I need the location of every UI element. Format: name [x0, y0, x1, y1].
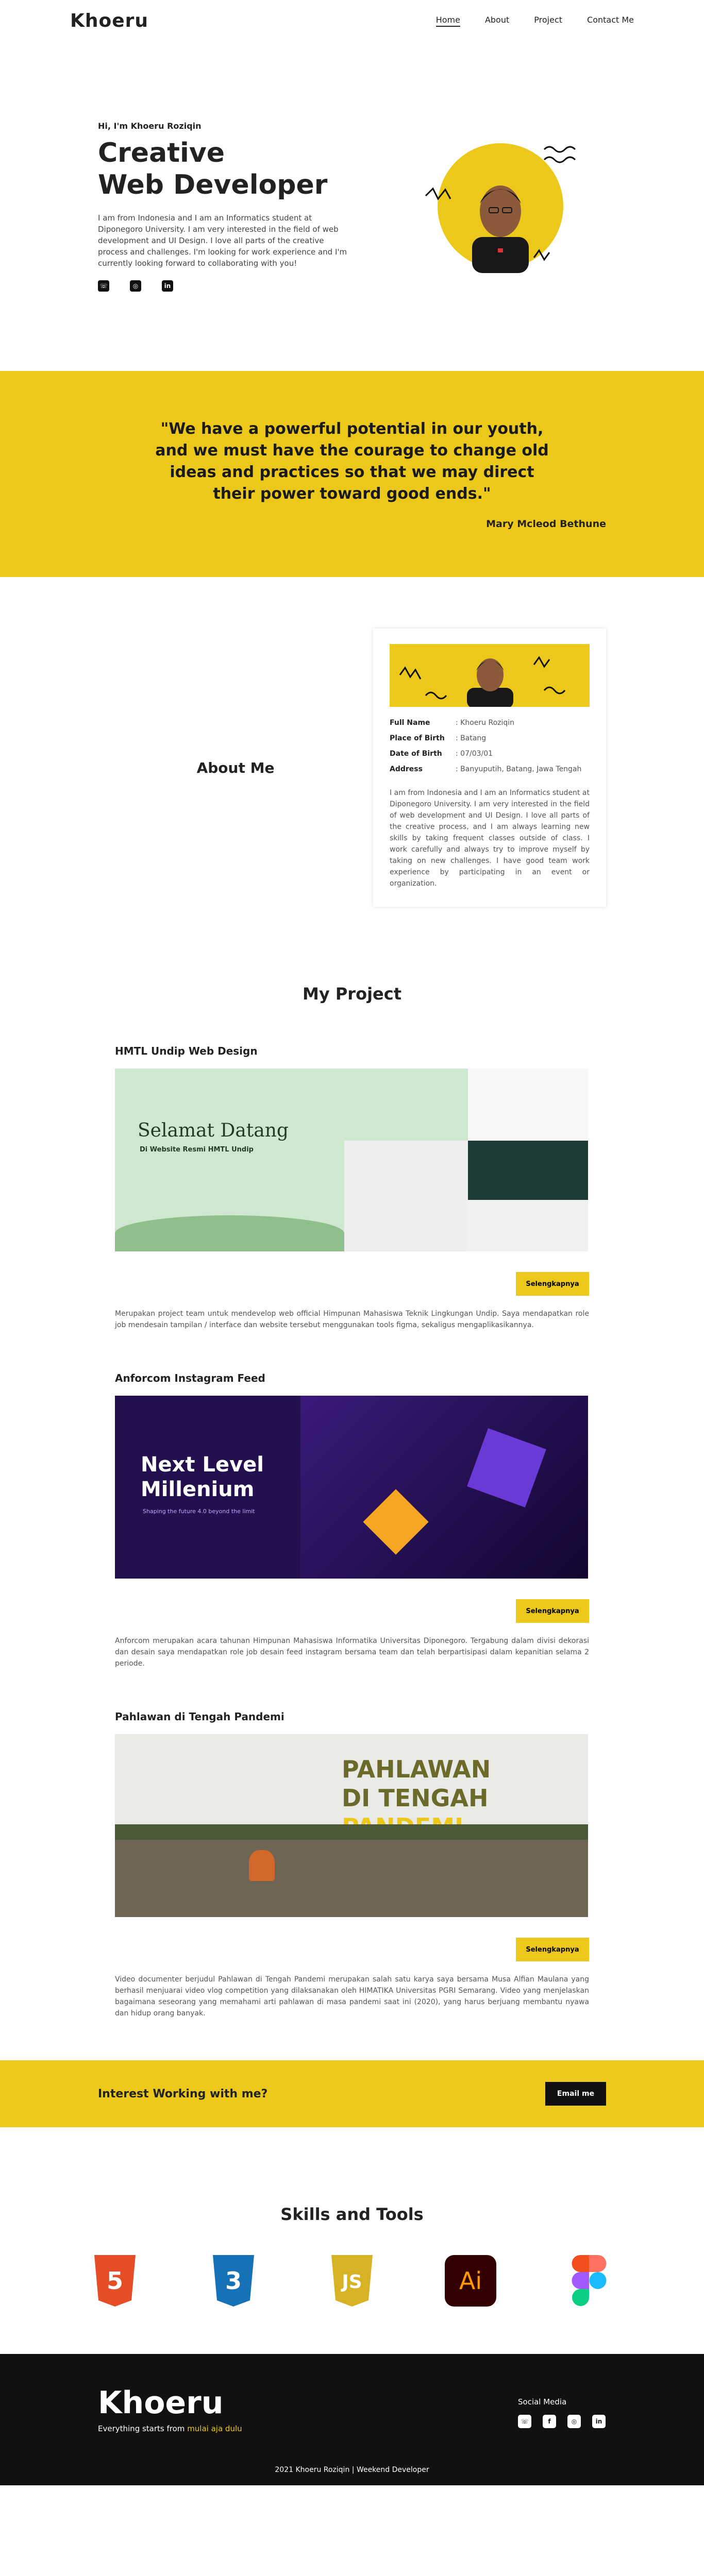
projects-title: My Project [303, 984, 401, 1004]
info-value: : Khoeru Roziqin [456, 719, 515, 727]
project-card: HMTL Undip Web Design Selamat Datang Di … [115, 1045, 589, 1331]
navbar: Khoeru Home About Project Contact Me [0, 0, 704, 41]
footer-tagline-text: Everything starts from [98, 2424, 188, 2433]
info-row: Address : Banyuputih, Batang, Jawa Tenga… [390, 761, 590, 777]
nav-project[interactable]: Project [534, 15, 562, 27]
about-title: About Me [196, 759, 275, 776]
info-key: Full Name [390, 719, 430, 727]
project-description: Anforcom merupakan acara tahunan Himpuna… [115, 1637, 589, 1668]
hero-title-line2: Web Developer [98, 169, 328, 200]
figma-icon [563, 2255, 615, 2307]
hero-greeting: Hi, I'm Khoeru Roziqin [98, 121, 202, 131]
project-description: Video documenter berjudul Pahlawan di Te… [115, 1975, 589, 2018]
info-key: Place of Birth [390, 734, 445, 742]
about-card: Full Name : Khoeru Roziqin Place of Birt… [373, 629, 606, 907]
about-photo [390, 644, 590, 707]
footer: Khoeru Everything starts from mulai aja … [0, 2354, 704, 2485]
project-image-panel: Next Level Millenium Shaping the future … [115, 1396, 300, 1579]
more-button[interactable]: Selengkapnya [516, 1599, 589, 1623]
illustrator-label: Ai [459, 2267, 482, 2295]
footer-tagline-highlight: mulai aja dulu [187, 2424, 242, 2433]
skills-title: Skills and Tools [280, 2205, 424, 2224]
quote-author: Mary Mcleod Bethune [486, 518, 606, 530]
email-me-button[interactable]: Email me [545, 2082, 606, 2106]
hero-socials: ☏ ◎ in [98, 280, 356, 292]
footer-logo: Khoeru [98, 2385, 224, 2421]
more-button[interactable]: Selengkapnya [516, 1272, 589, 1296]
hero-section: Hi, I'm Khoeru Roziqin Creative Web Deve… [0, 41, 704, 371]
logo[interactable]: Khoeru [70, 10, 148, 31]
project-name: HMTL Undip Web Design [115, 1045, 258, 1057]
linkedin-icon[interactable]: in [592, 2415, 606, 2428]
hero-title-line1: Creative [98, 137, 225, 168]
hero-text: Hi, I'm Khoeru Roziqin Creative Web Deve… [98, 121, 356, 292]
html5-label: 5 [107, 2267, 123, 2295]
project-image[interactable]: Selamat Datang Di Website Resmi HMTL Und… [115, 1069, 588, 1251]
hero-photo [421, 134, 580, 278]
skills-section: Skills and Tools 5 3 JS Ai [0, 2127, 704, 2354]
html5-icon: 5 [89, 2255, 141, 2307]
project-name: Anforcom Instagram Feed [115, 1372, 265, 1384]
info-key: Date of Birth [390, 750, 442, 758]
quote-section: "We have a powerful potential in our you… [0, 371, 704, 577]
project-image-panel: Selamat Datang Di Website Resmi HMTL Und… [115, 1069, 344, 1251]
about-description: I am from Indonesia and I am an Informat… [390, 789, 590, 888]
info-row: Full Name : Khoeru Roziqin [390, 715, 590, 731]
nav-about[interactable]: About [485, 15, 509, 27]
whatsapp-icon[interactable]: ☏ [518, 2415, 531, 2428]
project-image[interactable]: PAHLAWAN DI TENGAH PANDEMI [115, 1734, 588, 1917]
hero-title: Creative Web Developer [98, 137, 356, 201]
nav-links: Home About Project Contact Me [435, 15, 634, 27]
footer-social: Social Media ☏ f ◎ in [518, 2397, 606, 2428]
info-row: Date of Birth : 07/03/01 [390, 746, 590, 761]
css3-icon: 3 [208, 2255, 259, 2307]
cta-section: Interest Working with me? Email me [0, 2060, 704, 2127]
skills-row: 5 3 JS Ai [0, 2255, 704, 2307]
more-button[interactable]: Selengkapnya [516, 1938, 589, 1961]
instagram-icon[interactable]: ◎ [130, 280, 141, 292]
project-image-title: Next Level Millenium [141, 1453, 264, 1501]
info-value: : Batang [456, 734, 487, 742]
project-card: Pahlawan di Tengah Pandemi PAHLAWAN DI T… [115, 1710, 589, 2019]
projects-section: My Project HMTL Undip Web Design Selamat… [0, 958, 704, 2019]
cta-text: Interest Working with me? [98, 2087, 268, 2100]
project-card: Anforcom Instagram Feed Next Level Mille… [115, 1372, 589, 1669]
facebook-icon[interactable]: f [543, 2415, 556, 2428]
project-image-subtitle: Shaping the future 4.0 beyond the limit [143, 1508, 255, 1515]
javascript-icon: JS [326, 2255, 378, 2307]
project-image[interactable]: Next Level Millenium Shaping the future … [115, 1396, 588, 1579]
project-image-subtitle: Di Website Resmi HMTL Undip [140, 1146, 254, 1154]
info-row: Place of Birth : Batang [390, 731, 590, 746]
quote-text: "We have a powerful potential in our you… [155, 420, 549, 503]
footer-tagline: Everything starts from mulai aja dulu [98, 2424, 242, 2433]
hero-description: I am from Indonesia and I am an Informat… [98, 213, 347, 268]
linkedin-icon[interactable]: in [162, 280, 173, 292]
copyright: 2021 Khoeru Roziqin | Weekend Developer [275, 2466, 429, 2474]
css3-label: 3 [225, 2267, 242, 2295]
instagram-icon[interactable]: ◎ [567, 2415, 581, 2428]
project-image-title-word: DI TENGAH [342, 1784, 489, 1812]
footer-social-title: Social Media [518, 2397, 567, 2406]
nav-home[interactable]: Home [435, 15, 460, 27]
info-value: : Banyuputih, Batang, Jawa Tengah [456, 765, 582, 773]
whatsapp-icon[interactable]: ☏ [98, 280, 109, 292]
project-name: Pahlawan di Tengah Pandemi [115, 1710, 284, 1723]
project-image-title: Selamat Datang [138, 1120, 289, 1141]
info-value: : 07/03/01 [456, 750, 493, 758]
about-info: Full Name : Khoeru Roziqin Place of Birt… [390, 715, 590, 777]
info-key: Address [390, 765, 423, 773]
illustrator-icon: Ai [445, 2255, 496, 2307]
footer-icons: ☏ f ◎ in [518, 2415, 606, 2428]
nav-contact[interactable]: Contact Me [587, 15, 634, 27]
project-description: Merupakan project team untuk mendevelop … [115, 1310, 589, 1329]
javascript-label: JS [340, 2272, 362, 2293]
project-image-title-line1: PAHLAWAN [342, 1755, 491, 1783]
about-section: About Me Full Name : Khoeru Roziqin Plac… [0, 577, 704, 958]
